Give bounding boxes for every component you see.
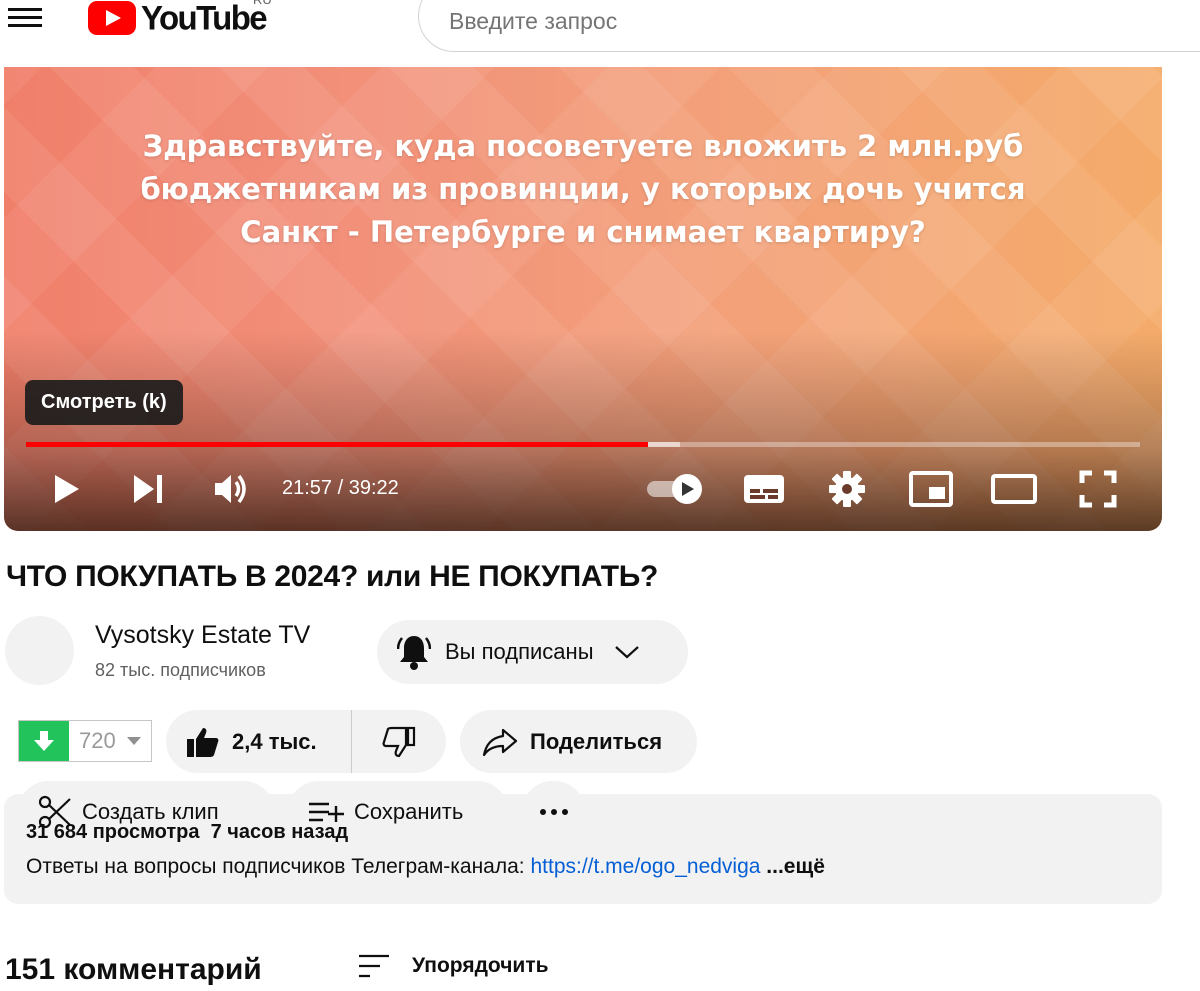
next-icon[interactable]	[130, 472, 166, 506]
download-count: 720	[79, 728, 116, 753]
share-icon	[482, 728, 518, 756]
share-label: Поделиться	[530, 728, 663, 754]
more-actions-button[interactable]	[522, 781, 585, 842]
progress-bar[interactable]	[26, 442, 1140, 447]
share-button[interactable]: Поделиться	[460, 710, 697, 773]
sort-comments-button[interactable]: Упорядочить	[358, 952, 549, 980]
playlist-add-icon	[309, 802, 344, 822]
like-dislike-group: 2,4 тыс.	[166, 710, 446, 773]
progress-played	[26, 442, 648, 447]
channel-avatar[interactable]	[5, 616, 74, 685]
more-horiz-icon	[539, 808, 568, 815]
fullscreen-icon[interactable]	[1079, 470, 1117, 508]
download-arrow-icon	[34, 731, 54, 751]
youtube-logo[interactable]: YouTube	[88, 0, 268, 37]
miniplayer-icon[interactable]	[909, 471, 953, 507]
caret-down-icon	[127, 737, 141, 745]
like-button[interactable]: 2,4 тыс.	[166, 710, 352, 773]
play-icon[interactable]	[48, 471, 84, 507]
subtitles-icon[interactable]	[743, 473, 785, 505]
dislike-button[interactable]	[352, 710, 446, 773]
subscribed-button[interactable]: Вы подписаны	[377, 620, 688, 684]
youtube-play-icon	[88, 1, 136, 35]
channel-name[interactable]: Vysotsky Estate TV	[95, 621, 310, 650]
region-label: RU	[253, 0, 272, 7]
autoplay-toggle-icon[interactable]	[645, 473, 705, 505]
like-count: 2,4 тыс.	[232, 728, 317, 754]
save-label: Сохранить	[354, 798, 464, 824]
time-display: 21:57 / 39:22	[282, 477, 399, 499]
volume-icon[interactable]	[211, 471, 251, 507]
controls-gradient	[4, 331, 1162, 531]
telegram-link[interactable]: https://t.me/ogo_nedviga	[530, 855, 760, 878]
chevron-down-icon	[614, 646, 639, 659]
bell-icon	[397, 636, 431, 670]
subscriber-count: 82 тыс. подписчиков	[95, 660, 266, 680]
sort-label: Упорядочить	[412, 954, 549, 977]
settings-icon[interactable]	[828, 470, 866, 508]
search-input[interactable]	[447, 7, 1151, 36]
logo-text: YouTube	[141, 0, 268, 37]
video-title: ЧТО ПОКУПАТЬ В 2024? или НЕ ПОКУПАТЬ?	[6, 560, 659, 593]
thumbs-down-icon	[382, 726, 416, 757]
view-stats: 31 684 просмотра 7 часов назад	[26, 821, 349, 843]
download-widget[interactable]: 720	[18, 720, 152, 762]
video-frame-line: Санкт - Петербурге и снимает квартиру?	[240, 215, 926, 249]
description-body: Ответы на вопросы подписчиков Телеграм-к…	[26, 855, 531, 878]
thumbs-up-icon	[187, 727, 219, 757]
comment-count: 151 комментарий	[5, 953, 262, 986]
show-more-link[interactable]: ...ещё	[760, 855, 825, 878]
video-frame-text: Здравствуйте, куда посоветуете вложить 2…	[4, 125, 1162, 254]
play-tooltip: Смотреть (k)	[25, 380, 183, 425]
menu-icon[interactable]	[8, 4, 42, 32]
search-box[interactable]	[418, 0, 1200, 52]
video-frame-line: Здравствуйте, куда посоветуете вложить 2…	[142, 129, 1024, 163]
download-button[interactable]	[19, 721, 69, 761]
sort-icon	[359, 954, 389, 978]
subscribed-label: Вы подписаны	[445, 639, 594, 664]
video-player[interactable]: Здравствуйте, куда посоветуете вложить 2…	[4, 67, 1162, 531]
video-frame-line: бюджетникам из провинции, у которых дочь…	[140, 172, 1026, 206]
download-count-dropdown[interactable]: 720	[69, 721, 151, 761]
description-text: Ответы на вопросы подписчиков Телеграм-к…	[26, 855, 825, 879]
theater-mode-icon[interactable]	[991, 474, 1037, 504]
